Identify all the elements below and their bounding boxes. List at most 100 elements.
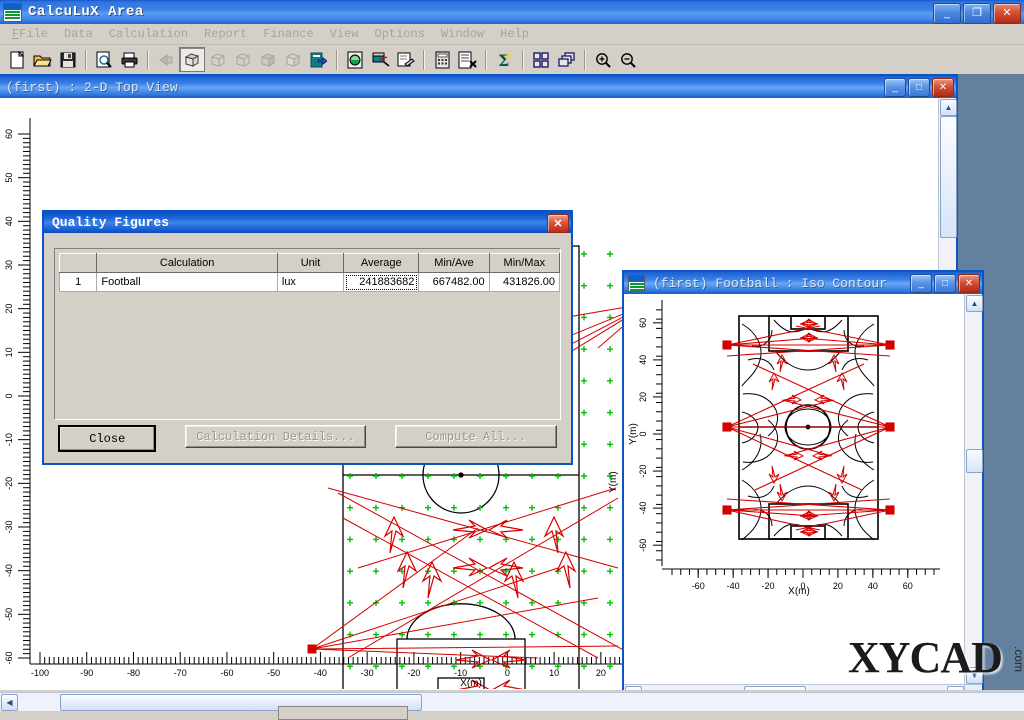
svg-text:-20: -20 bbox=[638, 465, 648, 478]
calculator-icon[interactable] bbox=[430, 48, 454, 71]
menu-data[interactable]: Data bbox=[56, 25, 101, 43]
toolbar-separator bbox=[336, 49, 338, 70]
mdi-client-area: (first) : 2-D Top View _ □ ✕ X(m) -100 -… bbox=[0, 74, 1024, 720]
maximize-icon: □ bbox=[941, 278, 949, 289]
col-calculation[interactable]: Calculation bbox=[96, 253, 278, 273]
scroll-thumb[interactable] bbox=[940, 116, 957, 238]
view-3d-top-icon[interactable] bbox=[179, 47, 205, 72]
compute-all-button[interactable]: Compute All... bbox=[394, 425, 557, 448]
svg-text:40: 40 bbox=[4, 216, 14, 226]
col-unit[interactable]: Unit bbox=[276, 253, 345, 273]
view-front-icon[interactable] bbox=[154, 48, 178, 71]
menu-finance[interactable]: Finance bbox=[255, 25, 321, 43]
calculation-details-button[interactable]: Calculation Details... bbox=[185, 425, 366, 448]
cell-min-ave[interactable]: 667482.00 bbox=[418, 272, 490, 292]
svg-text:30: 30 bbox=[4, 260, 14, 270]
edit-document-icon[interactable] bbox=[393, 48, 417, 71]
iso-canvas-area: -60 -40 -20 0 20 40 60 -60 -40 -20 0 20 40 60 X(m) Y… bbox=[624, 294, 983, 703]
col-min-max[interactable]: Min/Max bbox=[488, 253, 561, 273]
menu-window[interactable]: Window bbox=[433, 25, 492, 43]
app-title: CalcuLuX Area bbox=[28, 4, 144, 20]
svg-text:-30: -30 bbox=[4, 520, 14, 533]
menu-options[interactable]: Options bbox=[367, 25, 433, 43]
scroll-down-button[interactable]: ▼ bbox=[966, 667, 983, 684]
view-3d-solid-icon[interactable] bbox=[256, 48, 280, 71]
svg-text:60: 60 bbox=[4, 129, 14, 139]
col-index[interactable] bbox=[58, 253, 98, 273]
svg-text:-70: -70 bbox=[174, 668, 187, 678]
zoom-in-icon[interactable] bbox=[591, 48, 615, 71]
top-view-maximize-button[interactable]: □ bbox=[908, 78, 930, 97]
iso-close-button[interactable]: ✕ bbox=[958, 274, 980, 293]
cell-average[interactable]: 241883682 bbox=[343, 272, 420, 292]
luminaire-icon[interactable] bbox=[343, 48, 367, 71]
taskbar-stub[interactable] bbox=[278, 706, 408, 720]
maximize-icon: □ bbox=[915, 82, 923, 93]
open-folder-icon[interactable] bbox=[30, 48, 54, 71]
scroll-up-button[interactable]: ▲ bbox=[940, 99, 957, 116]
dialog-title: Quality Figures bbox=[52, 215, 170, 230]
svg-text:-60: -60 bbox=[692, 581, 705, 591]
view-3d-shaded-icon[interactable] bbox=[281, 48, 305, 71]
export-document-icon[interactable] bbox=[306, 48, 330, 71]
aim-point-icon[interactable] bbox=[368, 48, 392, 71]
sigma-quality-figures-icon[interactable]: Σ bbox=[492, 48, 516, 71]
iso-maximize-button[interactable]: □ bbox=[934, 274, 956, 293]
print-icon[interactable] bbox=[117, 48, 141, 71]
toolbar-separator bbox=[584, 49, 586, 70]
svg-text:10: 10 bbox=[549, 668, 559, 678]
svg-text:-20: -20 bbox=[762, 581, 775, 591]
dialog-close-button[interactable]: ✕ bbox=[547, 214, 569, 233]
svg-text:-10: -10 bbox=[454, 668, 467, 678]
top-view-close-button[interactable]: ✕ bbox=[932, 78, 954, 97]
menu-file[interactable]: FFile bbox=[4, 25, 56, 43]
scroll-left-button[interactable]: ◀ bbox=[1, 694, 18, 711]
calculux-logo-icon bbox=[3, 2, 22, 22]
cell-calculation[interactable]: Football bbox=[96, 272, 278, 292]
close-button[interactable]: Close bbox=[58, 425, 157, 452]
iso-titlebar: (first) Football : Iso Contour _ □ ✕ bbox=[624, 272, 982, 294]
svg-text:40: 40 bbox=[868, 581, 878, 591]
col-min-ave[interactable]: Min/Ave bbox=[418, 253, 490, 273]
menu-report[interactable]: Report bbox=[196, 25, 255, 43]
iso-minimize-button[interactable]: _ bbox=[910, 274, 932, 293]
menu-calculation[interactable]: Calculation bbox=[101, 25, 196, 43]
svg-text:60: 60 bbox=[903, 581, 913, 591]
iso-window-buttons: _ □ ✕ bbox=[910, 274, 980, 293]
top-view-minimize-button[interactable]: _ bbox=[884, 78, 906, 97]
cascade-windows-icon[interactable] bbox=[554, 48, 578, 71]
table-row[interactable]: 1 Football lux 241883682 667482.00 43182… bbox=[58, 272, 561, 292]
new-file-icon[interactable] bbox=[5, 48, 29, 71]
save-disk-icon[interactable] bbox=[55, 48, 79, 71]
scroll-up-button[interactable]: ▲ bbox=[966, 295, 983, 312]
svg-text:-20: -20 bbox=[407, 668, 420, 678]
cell-min-max[interactable]: 431826.00 bbox=[488, 272, 561, 292]
app-horizontal-scrollbar[interactable]: ◀ bbox=[0, 692, 1024, 711]
menu-help[interactable]: Help bbox=[492, 25, 537, 43]
svg-text:20: 20 bbox=[833, 581, 843, 591]
iso-vertical-scrollbar[interactable]: ▲ ▼ bbox=[964, 294, 983, 685]
calculation-delete-icon[interactable] bbox=[455, 48, 479, 71]
tile-windows-icon[interactable] bbox=[529, 48, 553, 71]
menu-view[interactable]: View bbox=[322, 25, 367, 43]
print-preview-icon[interactable] bbox=[92, 48, 116, 71]
app-minimize-button[interactable]: _ bbox=[933, 3, 961, 24]
cell-unit[interactable]: lux bbox=[276, 272, 345, 292]
app-close-button[interactable]: ✕ bbox=[993, 3, 1021, 24]
toolbar-separator bbox=[147, 49, 149, 70]
iso-xlabel: X(m) bbox=[788, 586, 810, 597]
svg-text:0: 0 bbox=[4, 393, 14, 398]
svg-text:-10: -10 bbox=[4, 433, 14, 446]
view-3d-wire-icon[interactable] bbox=[206, 48, 230, 71]
app-restore-button[interactable]: ❐ bbox=[963, 3, 991, 24]
menubar: FFile Data Calculation Report Finance Vi… bbox=[0, 24, 1024, 45]
zoom-out-icon[interactable] bbox=[616, 48, 640, 71]
scroll-thumb[interactable] bbox=[966, 449, 983, 473]
dialog-button-row: Close Calculation Details... Compute All… bbox=[44, 425, 571, 452]
col-average[interactable]: Average bbox=[343, 253, 420, 273]
view-3d-side-icon[interactable] bbox=[231, 48, 255, 71]
bottom-strip: ◀ bbox=[0, 690, 1024, 720]
dialog-titlebar: Quality Figures ✕ bbox=[44, 212, 571, 233]
top-view-ylabel: Y(m) bbox=[608, 471, 619, 493]
svg-text:60: 60 bbox=[638, 318, 648, 328]
